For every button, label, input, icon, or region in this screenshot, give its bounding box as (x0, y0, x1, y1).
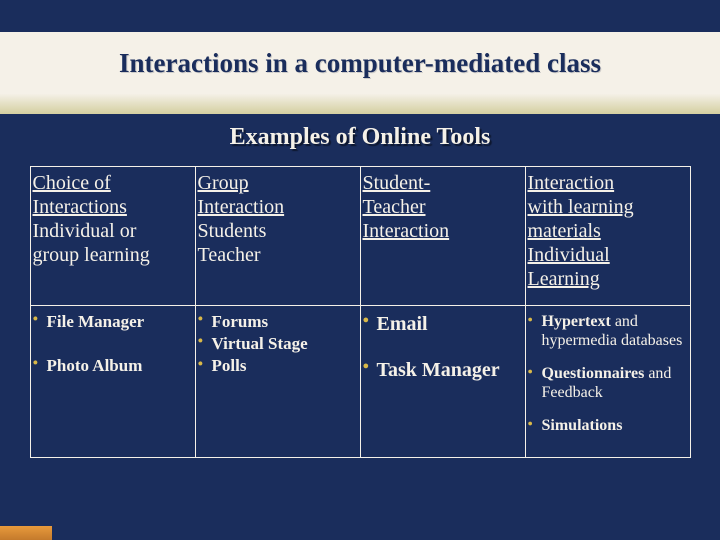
col-items-0: File Manager Photo Album (30, 305, 196, 459)
list-item: Email (363, 312, 521, 336)
item-label: Polls (212, 356, 247, 375)
header-text: Individual (528, 244, 610, 266)
item-label: Task Manager (377, 359, 500, 381)
list-item: Polls (198, 356, 356, 376)
item-label: File Manager (47, 312, 145, 331)
header-text: Choice of (33, 172, 111, 194)
item-label: Simulations (542, 417, 623, 434)
header-text: Interaction (198, 196, 285, 218)
header-text: materials (528, 220, 601, 242)
col-items-1: Forums Virtual Stage Polls (195, 305, 361, 459)
item-label: Forums (212, 312, 269, 331)
item-label: Hypertext (542, 313, 611, 330)
item-label: Photo Album (47, 356, 143, 375)
list-item: Task Manager (363, 358, 521, 382)
header-text: Individual or (33, 220, 137, 242)
list-item: Virtual Stage (198, 334, 356, 354)
list-item: Photo Album (33, 356, 191, 376)
col-header-1: Group Interaction Students Teacher (195, 166, 361, 306)
header-text: Learning (528, 268, 600, 290)
col-items-3: Hypertext and hypermedia databases Quest… (525, 305, 691, 459)
item-label: Virtual Stage (212, 334, 308, 353)
header-text: Teacher (363, 196, 426, 218)
header-text: Interactions (33, 196, 127, 218)
col-header-3: Interaction with learning materials Indi… (525, 166, 691, 306)
list-item: File Manager (33, 312, 191, 332)
item-label: Email (377, 313, 428, 335)
header-text: with learning (528, 196, 634, 218)
slide-title: Interactions in a computer-mediated clas… (0, 48, 720, 79)
col-header-0: Choice of Interactions Individual or gro… (30, 166, 196, 306)
slide-subtitle: Examples of Online Tools (0, 124, 720, 151)
header-text: Interaction (528, 172, 615, 194)
header-text: Group (198, 172, 249, 194)
col-items-2: Email Task Manager (360, 305, 526, 459)
list-item: Hypertext and hypermedia databases (528, 312, 686, 350)
item-label: Questionnaires (542, 365, 645, 382)
col-header-2: Student- Teacher Interaction (360, 166, 526, 306)
footer-accent (0, 526, 52, 540)
header-text: Interaction (363, 220, 450, 242)
content-grid: Choice of Interactions Individual or gro… (30, 166, 690, 458)
list-item: Forums (198, 312, 356, 332)
list-item: Simulations (528, 416, 686, 435)
header-text: Teacher (198, 244, 261, 266)
header-text: group learning (33, 244, 150, 266)
header-text: Students (198, 220, 267, 242)
list-item: Questionnaires and Feedback (528, 364, 686, 402)
header-text: Student- (363, 172, 431, 194)
